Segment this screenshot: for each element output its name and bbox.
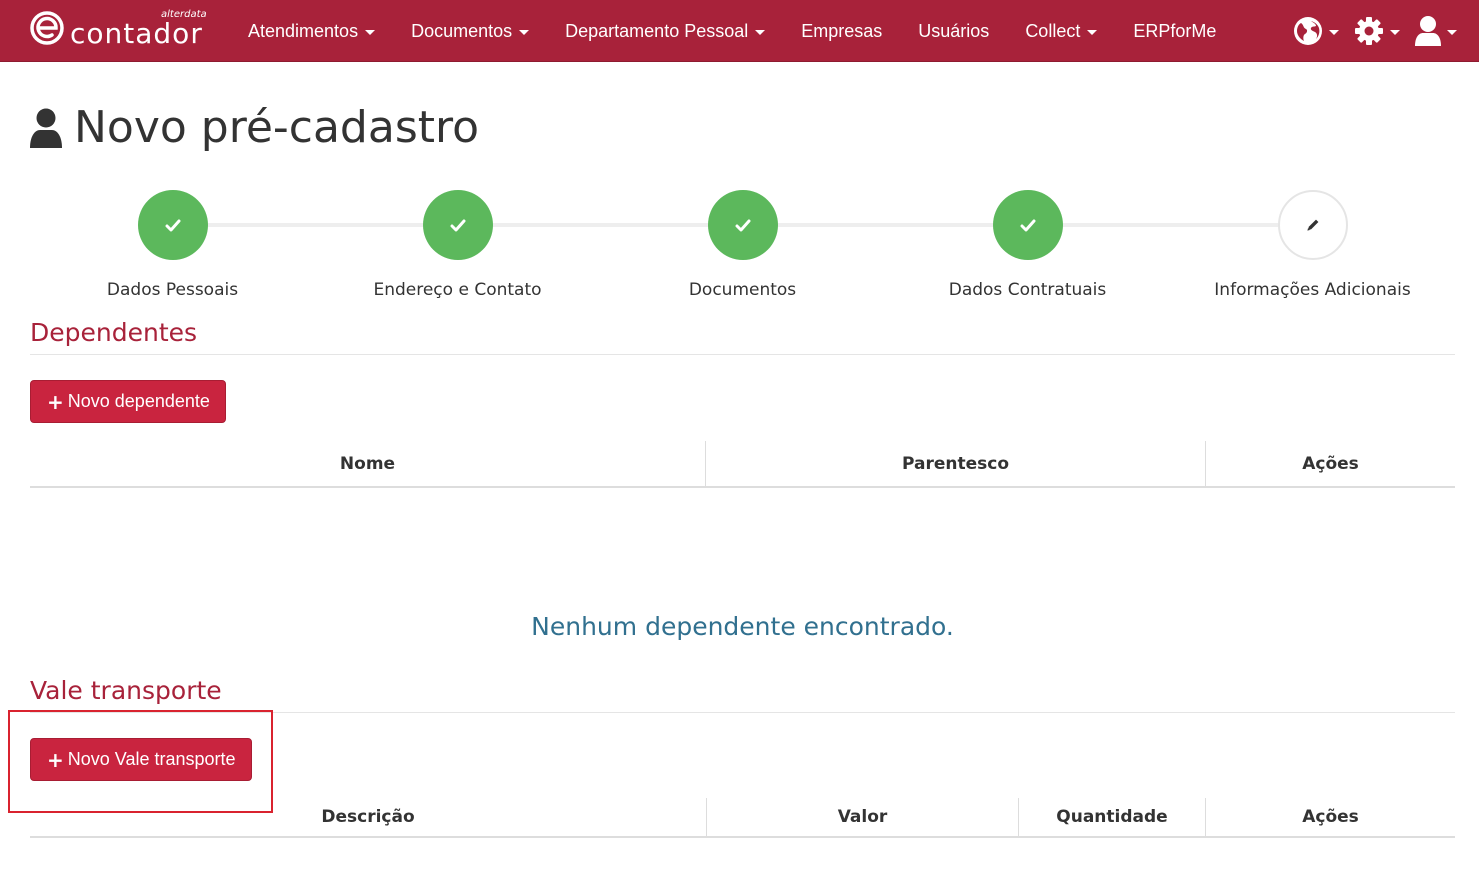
step-endereco-contato[interactable]: Endereço e Contato	[315, 190, 600, 300]
wizard-steps: Dados Pessoais Endereço e Contato Docume…	[30, 190, 1455, 310]
caret-down-icon	[755, 29, 766, 35]
column-header-acoes: Ações	[1302, 453, 1359, 474]
check-icon	[450, 219, 465, 231]
column-header-valor[interactable]: Valor	[707, 798, 1019, 836]
gear-icon	[1355, 17, 1383, 45]
column-header-quantidade[interactable]: Quantidade	[1019, 798, 1206, 836]
check-icon	[735, 219, 750, 231]
step-circle	[707, 190, 778, 260]
step-label: Dados Pessoais	[106, 280, 239, 300]
section-title-vale-transporte: Vale transporte	[30, 676, 222, 705]
nav-erpforme[interactable]: ERPforMe	[1115, 0, 1234, 62]
step-label: Endereço e Contato	[373, 280, 542, 300]
check-icon	[165, 219, 180, 231]
user-menu[interactable]	[1414, 15, 1457, 47]
caret-down-icon	[365, 29, 376, 35]
column-header-acoes: Ações	[1302, 807, 1359, 827]
caret-down-icon	[1087, 29, 1098, 35]
brand-superscript: alterdata	[161, 9, 207, 20]
column-header-descricao[interactable]: Descrição	[30, 798, 707, 836]
new-transport-voucher-button[interactable]: + Novo Vale transporte	[30, 738, 252, 781]
language-menu[interactable]	[1292, 15, 1339, 47]
caret-down-icon	[519, 29, 530, 35]
plus-icon: +	[47, 389, 64, 414]
main-menu: Atendimentos Documentos Departamento Pes…	[230, 0, 1234, 62]
step-label: Informações Adicionais	[1214, 280, 1411, 300]
nav-empresas[interactable]: Empresas	[783, 0, 900, 62]
plus-icon: +	[47, 747, 64, 772]
step-dados-pessoais[interactable]: Dados Pessoais	[30, 190, 315, 300]
section-title-dependentes: Dependentes	[30, 318, 198, 347]
new-dependent-button-label: Novo dependente	[67, 391, 210, 411]
top-navbar: contador alterdata Atendimentos Document…	[0, 0, 1479, 62]
page-header: Novo pré-cadastro	[30, 98, 479, 158]
caret-down-icon	[1390, 29, 1400, 35]
page-title: Novo pré-cadastro	[74, 102, 480, 153]
caret-down-icon	[1329, 29, 1339, 35]
navbar-right-icons	[1278, 0, 1457, 62]
brand-logo[interactable]: contador alterdata	[30, 9, 215, 53]
settings-menu[interactable]	[1353, 15, 1400, 47]
caret-down-icon	[1447, 29, 1457, 35]
brand-e-icon	[30, 11, 64, 45]
nav-collect[interactable]: Collect	[1007, 0, 1115, 62]
section-divider	[30, 354, 1455, 355]
nav-documentos[interactable]: Documentos	[393, 0, 547, 62]
user-icon	[1415, 16, 1441, 46]
column-header-nome[interactable]: Nome	[30, 441, 706, 486]
new-dependent-button[interactable]: + Novo dependente	[30, 380, 226, 423]
transport-table-header: Descrição Valor Quantidade Ações	[30, 798, 1455, 838]
step-circle	[1277, 190, 1348, 260]
nav-departamento-pessoal[interactable]: Departamento Pessoal	[547, 0, 783, 62]
column-header-parentesco[interactable]: Parentesco	[706, 441, 1206, 486]
step-dados-contratuais[interactable]: Dados Contratuais	[885, 190, 1170, 300]
step-label: Dados Contratuais	[948, 280, 1107, 300]
nav-usuarios[interactable]: Usuários	[900, 0, 1007, 62]
step-label: Documentos	[688, 280, 797, 300]
brand-name: contador	[70, 17, 203, 50]
nav-atendimentos[interactable]: Atendimentos	[230, 0, 393, 62]
empty-dependents-message: Nenhum dependente encontrado.	[531, 612, 954, 641]
section-divider	[30, 712, 1455, 713]
dependents-table-header: Nome Parentesco Ações	[30, 441, 1455, 488]
check-icon	[1020, 219, 1035, 231]
step-circle	[992, 190, 1063, 260]
step-documentos[interactable]: Documentos	[600, 190, 885, 300]
globe-icon	[1294, 17, 1322, 45]
new-transport-voucher-button-label: Novo Vale transporte	[67, 749, 236, 769]
step-circle	[137, 190, 208, 260]
pencil-icon	[1306, 219, 1318, 231]
step-circle	[422, 190, 493, 260]
user-icon	[30, 108, 62, 148]
step-informacoes-adicionais[interactable]: Informações Adicionais	[1170, 190, 1455, 300]
